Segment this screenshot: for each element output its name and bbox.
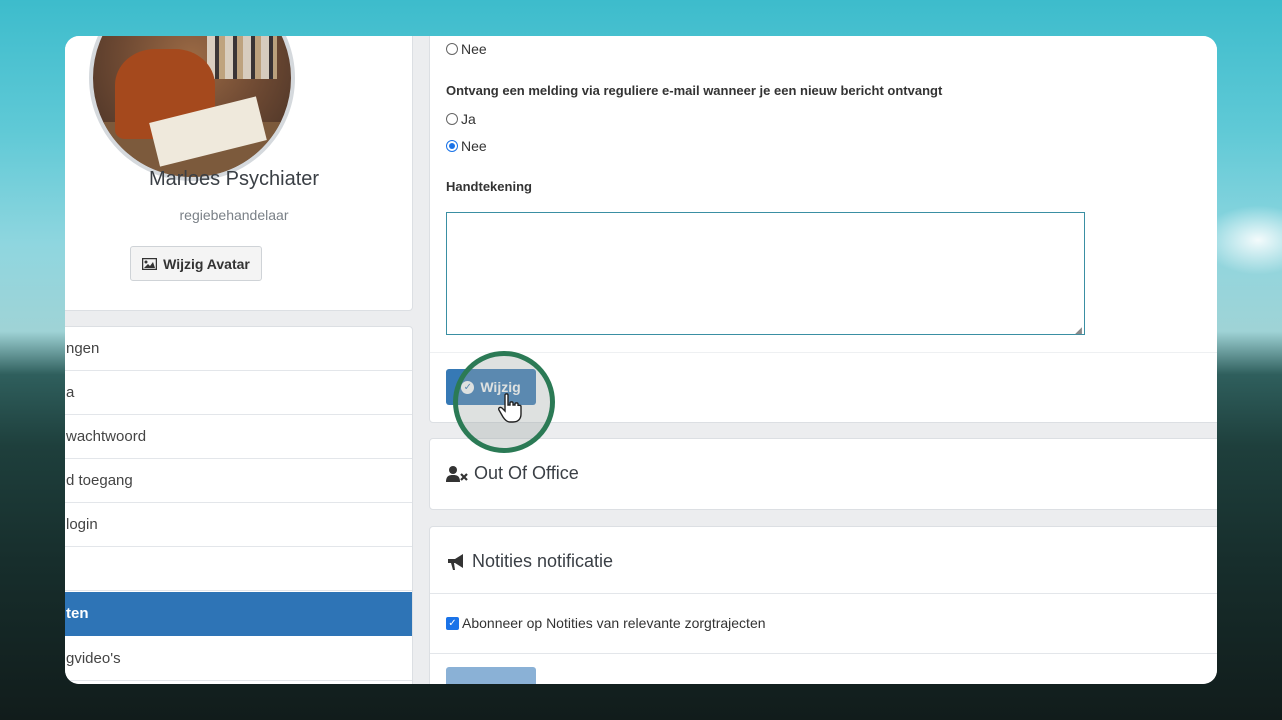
menu-item-login[interactable]: login	[65, 503, 412, 547]
radio-label: Ja	[461, 111, 476, 127]
notes-notification-header: Notities notificatie	[446, 551, 613, 572]
profile-role: regiebehandelaar	[179, 207, 289, 223]
menu-item-6[interactable]	[65, 547, 412, 591]
radio-label: Nee	[461, 41, 487, 57]
signature-label: Handtekening	[446, 179, 532, 194]
bullhorn-icon	[448, 553, 463, 570]
signature-textarea[interactable]	[446, 212, 1085, 335]
radio-email-yes[interactable]	[446, 113, 458, 125]
radio-label: Nee	[461, 138, 487, 154]
menu-item-videos[interactable]: gvideo's	[65, 637, 412, 681]
panel-divider	[430, 653, 1217, 654]
menu-item-label: wachtwoord	[66, 428, 147, 445]
subscribe-notes-option[interactable]: ✓ Abonneer op Notities van relevante zor…	[446, 615, 766, 631]
panel-divider	[430, 593, 1217, 594]
notes-save-button[interactable]	[446, 667, 536, 684]
profile-card: Marloes Psychiater regiebehandelaar Wijz…	[65, 36, 413, 311]
subscribe-notes-label: Abonneer op Notities van relevante zorgt…	[462, 615, 766, 631]
menu-item-label: ngen	[66, 340, 100, 357]
app-window: Marloes Psychiater regiebehandelaar Wijz…	[65, 36, 1217, 684]
change-avatar-label: Wijzig Avatar	[163, 255, 250, 272]
menu-item-label: login	[66, 516, 98, 533]
menu-item-2[interactable]: a	[65, 371, 412, 415]
menu-item-access[interactable]: d toegang	[65, 459, 412, 503]
email-option-yes[interactable]: Ja	[446, 111, 476, 127]
menu-item-label: a	[66, 384, 75, 401]
top-option-no[interactable]: Nee	[446, 41, 487, 57]
card-divider	[430, 352, 1217, 353]
out-of-office-header: Out Of Office	[446, 463, 579, 484]
menu-item-1[interactable]: ngen	[65, 327, 412, 371]
hand-pointer-icon	[498, 393, 522, 423]
notification-settings-card: Nee Ontvang een melding via reguliere e-…	[429, 36, 1217, 423]
menu-item-label: gvideo's	[66, 650, 121, 667]
radio-top-no[interactable]	[446, 43, 458, 55]
email-question-label: Ontvang een melding via reguliere e-mail…	[446, 83, 943, 98]
user-times-icon	[446, 465, 468, 482]
email-option-no[interactable]: Nee	[446, 138, 487, 154]
resize-grip-icon[interactable]: ◢	[1075, 325, 1082, 336]
change-avatar-button[interactable]: Wijzig Avatar	[130, 246, 262, 281]
avatar	[89, 36, 295, 181]
menu-item-password[interactable]: wachtwoord	[65, 415, 412, 459]
out-of-office-panel[interactable]: Out Of Office	[429, 438, 1217, 510]
profile-name: Marloes Psychiater	[148, 168, 320, 190]
menu-item-active[interactable]: ten	[65, 592, 412, 636]
image-icon	[142, 257, 158, 270]
menu-item-label: d toegang	[66, 472, 133, 489]
menu-item-label: ten	[66, 605, 89, 622]
subscribe-notes-checkbox[interactable]: ✓	[446, 616, 459, 630]
notes-notification-panel: Notities notificatie ✓ Abonneer op Notit…	[429, 526, 1217, 684]
radio-email-no[interactable]	[446, 140, 458, 152]
out-of-office-title: Out Of Office	[474, 463, 579, 483]
settings-menu: ngen a wachtwoord d toegang login ten gv…	[65, 326, 413, 684]
notes-notification-title: Notities notificatie	[472, 551, 614, 571]
